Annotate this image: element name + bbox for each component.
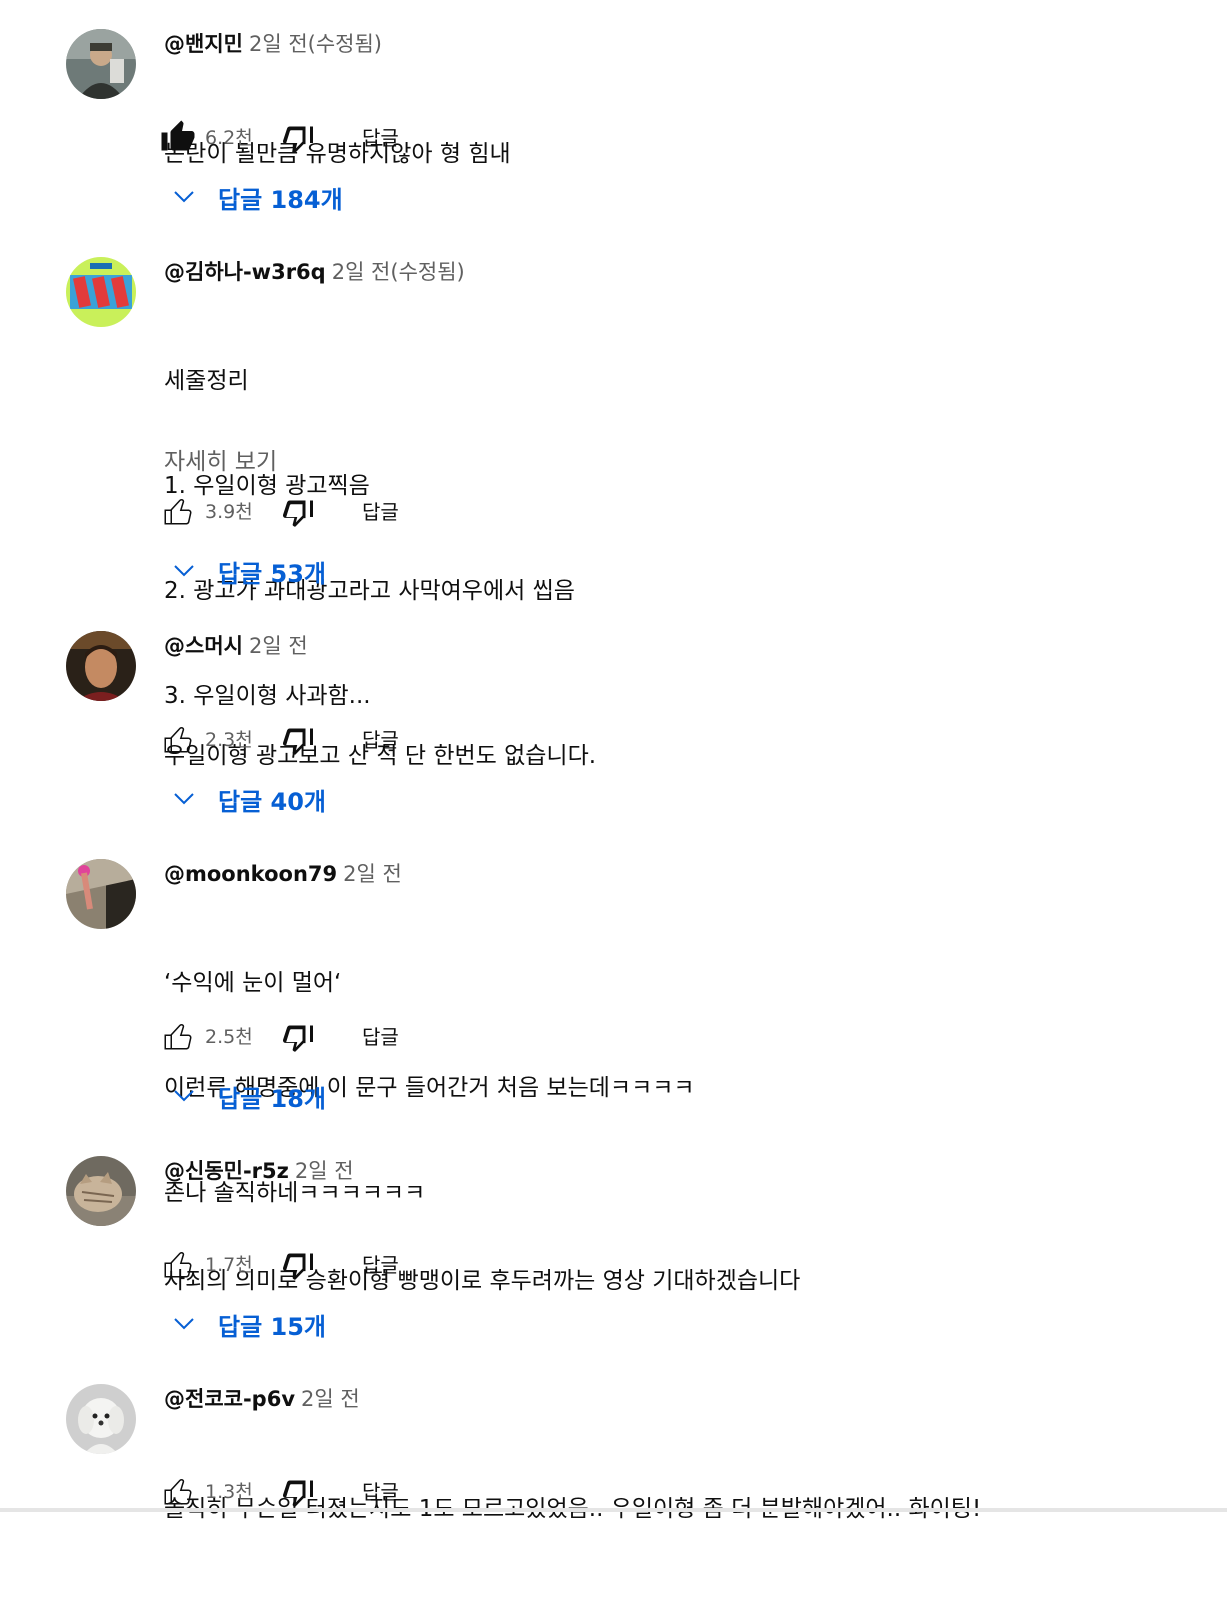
avatar[interactable] — [66, 1384, 136, 1454]
thumbs-down-icon[interactable] — [280, 119, 316, 155]
author-name[interactable]: @moonkoon79 — [164, 862, 337, 886]
comment-time[interactable]: 2일 전(수정됨) — [332, 260, 465, 284]
view-replies-label: 답글 184개 — [218, 186, 343, 214]
thumbs-up-icon[interactable] — [160, 1246, 196, 1282]
thumbs-down-icon[interactable] — [280, 1018, 316, 1054]
view-replies-button[interactable]: 답글 184개 — [172, 180, 372, 216]
comment-line: 세줄정리 — [164, 368, 249, 394]
chevron-down-icon — [174, 1318, 194, 1330]
view-replies-label: 답글 18개 — [218, 1085, 326, 1113]
like-count: 6.2천 — [205, 127, 253, 149]
comment-actions: 1.3천 답글 — [160, 1471, 460, 1511]
thumbs-up-icon[interactable] — [160, 721, 196, 757]
author-name[interactable]: @김하나-w3r6q — [164, 260, 326, 284]
thumbs-up-filled-icon[interactable] — [160, 119, 196, 155]
comment-actions: 2.3천 답글 — [160, 719, 460, 759]
view-replies-button[interactable]: 답글 18개 — [172, 1079, 372, 1115]
comment-time[interactable]: 2일 전 — [295, 1159, 354, 1183]
reply-button[interactable]: 답글 — [362, 1021, 399, 1050]
thumbs-up-icon[interactable] — [160, 1018, 196, 1054]
avatar-image — [66, 29, 136, 99]
reply-button[interactable]: 답글 — [362, 1249, 399, 1278]
like-count: 2.3천 — [205, 729, 253, 751]
view-replies-button[interactable]: 답글 15개 — [172, 1307, 372, 1343]
like-count: 3.9천 — [205, 501, 253, 523]
thumbs-up-icon[interactable] — [160, 493, 196, 529]
comment-header: @김하나-w3r6q 2일 전(수정됨) — [164, 258, 465, 286]
avatar[interactable] — [66, 631, 136, 701]
reply-button[interactable]: 답글 — [362, 1476, 399, 1505]
comment-actions: 1.7천 답글 — [160, 1244, 460, 1284]
comment-actions: 3.9천 답글 — [160, 491, 460, 531]
avatar[interactable] — [66, 29, 136, 99]
thumbs-down-icon[interactable] — [280, 1246, 316, 1282]
thumbs-down-icon[interactable] — [280, 721, 316, 757]
like-count: 1.7천 — [205, 1254, 253, 1276]
comment-header: @밴지민 2일 전(수정됨) — [164, 30, 382, 58]
author-name[interactable]: @밴지민 — [164, 32, 243, 56]
comment-time[interactable]: 2일 전(수정됨) — [249, 32, 382, 56]
view-replies-label: 답글 15개 — [218, 1313, 326, 1341]
comment-time[interactable]: 2일 전 — [343, 862, 402, 886]
view-replies-button[interactable]: 답글 40개 — [172, 782, 372, 818]
reply-button[interactable]: 답글 — [362, 122, 399, 151]
view-replies-label: 답글 53개 — [218, 560, 326, 588]
comment-header: @전코코-p6v 2일 전 — [164, 1385, 360, 1413]
view-replies-label: 답글 40개 — [218, 788, 326, 816]
author-name[interactable]: @신동민-r5z — [164, 1159, 289, 1183]
thumbs-down-icon[interactable] — [280, 493, 316, 529]
chevron-down-icon — [174, 793, 194, 805]
avatar-image — [66, 859, 136, 929]
avatar[interactable] — [66, 257, 136, 327]
chevron-down-icon — [174, 565, 194, 577]
read-more-button[interactable]: 자세히 보기 — [164, 442, 277, 476]
comment-time[interactable]: 2일 전 — [249, 634, 308, 658]
view-replies-button[interactable]: 답글 53개 — [172, 554, 372, 590]
reply-button[interactable]: 답글 — [362, 496, 399, 525]
avatar[interactable] — [66, 1156, 136, 1226]
comment-header: @스머시 2일 전 — [164, 632, 308, 660]
comment-actions: 2.5천 답글 — [160, 1016, 460, 1056]
avatar-image — [66, 631, 136, 701]
author-name[interactable]: @전코코-p6v — [164, 1387, 295, 1411]
comment-header: @신동민-r5z 2일 전 — [164, 1157, 354, 1185]
comment-time[interactable]: 2일 전 — [301, 1387, 360, 1411]
avatar[interactable] — [66, 859, 136, 929]
thumbs-up-icon[interactable] — [160, 1473, 196, 1509]
avatar-image — [66, 257, 136, 327]
like-count: 1.3천 — [205, 1481, 253, 1503]
comment-header: @moonkoon79 2일 전 — [164, 860, 402, 888]
avatar-image — [66, 1156, 136, 1226]
divider — [0, 1508, 1227, 1512]
author-name[interactable]: @스머시 — [164, 634, 243, 658]
chevron-down-icon — [174, 1090, 194, 1102]
avatar-image — [66, 1384, 136, 1454]
comment-line: ‘수익에 눈이 멀어‘ — [164, 970, 342, 996]
thumbs-down-icon[interactable] — [280, 1473, 316, 1509]
reply-button[interactable]: 답글 — [362, 724, 399, 753]
like-count: 2.5천 — [205, 1026, 253, 1048]
chevron-down-icon — [174, 191, 194, 203]
comment-actions: 6.2천 답글 — [160, 117, 460, 157]
